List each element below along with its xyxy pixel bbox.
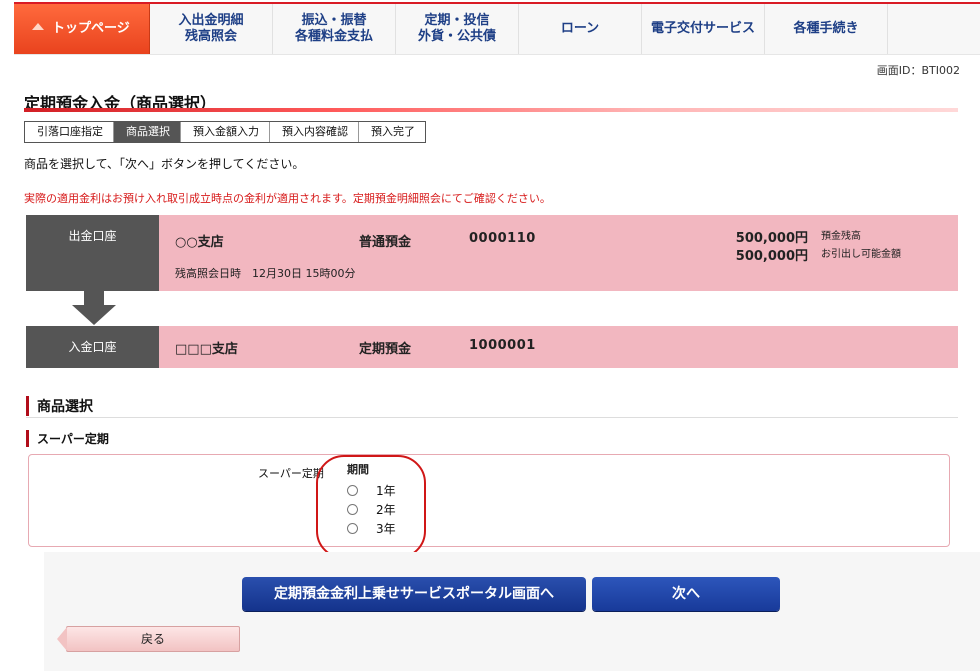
step-withdraw-account: 引落口座指定: [25, 122, 114, 142]
product-box: [28, 454, 950, 547]
nav-statement-balance[interactable]: 入出金明細 残高照会: [150, 4, 273, 54]
deposit-kind: 定期預金: [359, 342, 412, 357]
rate-notice: 実際の適用金利はお預け入れ取引成立時点の金利が適用されます。定期預金明細照会にて…: [24, 192, 551, 205]
nav-procedures[interactable]: 各種手続き: [765, 4, 888, 54]
deposit-account-label: 入金口座: [26, 326, 159, 368]
nav-time-deposit-investment[interactable]: 定期・投信 外貨・公共債: [396, 4, 519, 54]
next-button[interactable]: 次へ: [592, 577, 780, 611]
arrow-down-icon: [72, 291, 116, 325]
highlight-ring: [316, 455, 426, 559]
nav-e-delivery[interactable]: 電子交付サービス: [642, 4, 765, 54]
home-icon: [32, 22, 44, 30]
back-button[interactable]: 戻る: [57, 626, 240, 652]
withdraw-account-body: ○○支店 普通預金 0000110 残高照会日時 12月30日 15時00分 5…: [159, 215, 958, 291]
nav-top-page[interactable]: トップページ: [14, 4, 150, 54]
available-label: お引出し可能金額: [821, 249, 901, 260]
balance-inquiry-time: 残高照会日時 12月30日 15時00分: [175, 267, 356, 280]
product-name: スーパー定期: [258, 467, 324, 480]
progress-steps: 引落口座指定 商品選択 預入金額入力 預入内容確認 預入完了: [24, 121, 426, 143]
nav-top-page-label: トップページ: [52, 21, 130, 36]
section-divider: [26, 417, 958, 418]
action-bar: [44, 552, 980, 671]
deposit-account-panel: 入金口座 □□□支店 定期預金 1000001: [26, 326, 958, 368]
title-divider: [24, 108, 958, 112]
withdraw-kind: 普通預金: [359, 235, 412, 250]
global-nav: トップページ 入出金明細 残高照会 振込・振替 各種料金支払 定期・投信 外貨・…: [14, 2, 980, 55]
instruction-text: 商品を選択して、「次へ」ボタンを押してください。: [24, 157, 305, 171]
available-amount: 500,000円: [735, 249, 808, 264]
withdraw-account-label: 出金口座: [26, 215, 159, 291]
nav-transfer-payment[interactable]: 振込・振替 各種料金支払: [273, 4, 396, 54]
nav-loan[interactable]: ローン: [519, 4, 642, 54]
withdraw-number: 0000110: [469, 231, 536, 246]
withdraw-account-panel: 出金口座 ○○支店 普通預金 0000110 残高照会日時 12月30日 15時…: [26, 215, 958, 291]
screen-id: 画面ID：BTI002: [876, 64, 960, 77]
step-product-select: 商品選択: [114, 122, 181, 142]
deposit-account-body: □□□支店 定期預金 1000001: [159, 326, 958, 368]
page: トップページ 入出金明細 残高照会 振込・振替 各種料金支払 定期・投信 外貨・…: [0, 0, 980, 671]
step-amount-input: 預入金額入力: [181, 122, 270, 142]
step-confirm: 預入内容確認: [270, 122, 359, 142]
balance-amount: 500,000円: [735, 231, 808, 246]
deposit-branch: □□□支店: [175, 342, 238, 357]
section-title-product: 商品選択: [26, 396, 93, 416]
step-complete: 預入完了: [359, 122, 425, 142]
balance-label: 預金残高: [821, 231, 861, 242]
deposit-number: 1000001: [469, 338, 536, 353]
portal-button[interactable]: 定期預金金利上乗せサービスポータル画面へ: [242, 577, 586, 611]
section-subtitle-super: スーパー定期: [26, 430, 109, 447]
withdraw-branch: ○○支店: [175, 235, 224, 250]
